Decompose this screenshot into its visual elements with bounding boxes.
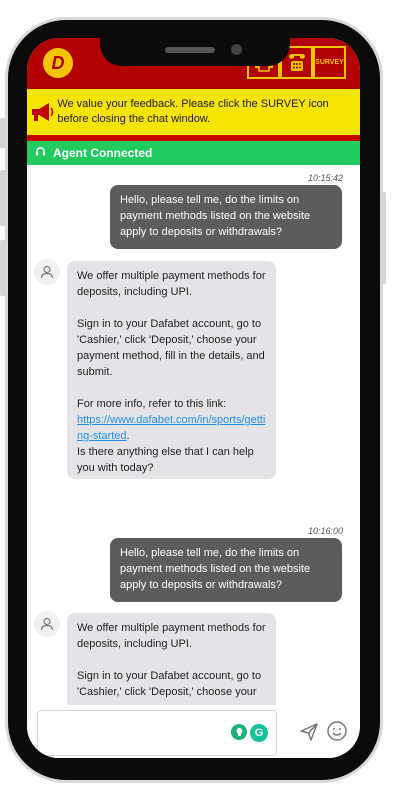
message-list[interactable]: 10:15:42 Hello, please tell me, do the l… [27,165,360,705]
phone-side-button [0,118,6,148]
emoji-icon[interactable] [326,720,348,742]
megaphone-icon [27,89,57,135]
message-input[interactable]: G [37,710,277,756]
survey-button[interactable]: SURVEY [313,46,346,79]
user-icon [40,265,54,279]
feedback-banner: We value your feedback. Please click the… [27,89,360,135]
headset-icon [35,146,49,160]
agent-status-text: Agent Connected [53,146,153,160]
phone-side-button [0,170,6,226]
send-icon[interactable] [299,722,319,742]
phone-icon [288,53,305,71]
message-paragraph: Sign in to your Dafabet account, go to '… [77,318,265,378]
dafabet-logo: D [43,48,73,78]
user-icon [40,617,54,631]
message-paragraph: We offer multiple payment methods for de… [77,622,266,650]
message-link-line: https://www.dafabet.com/in/sports/gettin… [77,412,266,444]
agent-avatar [34,259,60,285]
phone-speaker [165,47,215,53]
chat-screen: D SURVEY We value your feedback. Please … [27,38,360,758]
grammarly-bulb-icon[interactable] [231,724,247,740]
message-composer: G [27,708,360,758]
outgoing-message: Hello, please tell me, do the limits on … [110,538,342,602]
link-suffix: . [126,430,130,442]
message-paragraph: For more info, refer to this link: [77,398,227,410]
survey-icon: SURVEY [315,59,344,66]
phone-side-button [0,240,6,296]
feedback-message: We value your feedback. Please click the… [57,98,329,125]
phone-camera [231,44,242,55]
agent-avatar [34,611,60,637]
message-paragraph: Sign in to your Dafabet account, go to '… [77,670,262,698]
message-timestamp: 10:15:42 [307,173,343,183]
incoming-message: We offer multiple payment methods for de… [67,261,276,479]
message-timestamp: 10:16:00 [307,526,343,536]
help-link[interactable]: https://www.dafabet.com/in/sports/gettin… [77,414,265,442]
grammarly-icons: G [231,724,268,742]
incoming-message: We offer multiple payment methods for de… [67,613,276,705]
message-paragraph: We offer multiple payment methods for de… [77,270,266,298]
outgoing-message: Hello, please tell me, do the limits on … [110,185,342,249]
message-paragraph: Is there anything else that I can help y… [77,446,254,474]
phone-side-button [380,192,386,284]
grammarly-icon[interactable]: G [250,724,268,742]
agent-status-bar: Agent Connected [27,141,360,165]
